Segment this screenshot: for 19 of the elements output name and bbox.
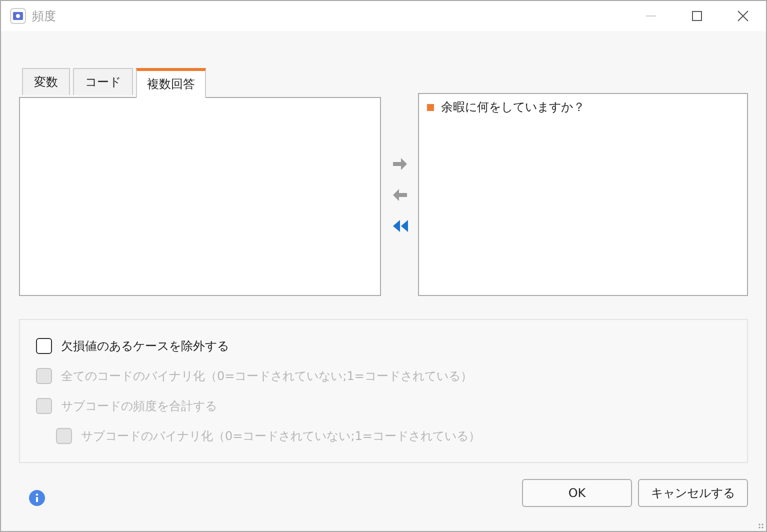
double-left-arrow-icon[interactable] — [392, 218, 408, 234]
close-icon[interactable] — [737, 10, 749, 22]
selected-list[interactable]: 余暇に何をしていますか？ — [418, 93, 748, 296]
checkbox[interactable] — [36, 338, 52, 354]
tab[interactable]: コード — [73, 68, 133, 95]
tab[interactable]: 複数回答 — [136, 68, 206, 98]
resize-grip-icon — [758, 523, 764, 529]
dialog-button[interactable]: OK — [522, 479, 632, 507]
checkbox-label: サブコードのバイナリ化（0=コードされていない;1=コードされている） — [81, 428, 480, 444]
checkbox-label: 欠損値のあるケースを除外する — [61, 338, 229, 354]
maximize-icon[interactable] — [691, 10, 703, 22]
checkbox-label: サブコードの頻度を合計する — [61, 398, 217, 414]
list-item[interactable]: 余暇に何をしていますか？ — [441, 99, 585, 116]
tab[interactable]: 変数 — [22, 68, 70, 95]
dialog-button[interactable]: キャンセルする — [638, 479, 748, 507]
checkbox-label: 全てのコードのバイナリ化（0=コードされていない;1=コードされている） — [61, 368, 472, 384]
info-icon[interactable] — [29, 490, 45, 506]
window-title: 頻度 — [32, 8, 57, 24]
app-icon — [10, 8, 26, 24]
